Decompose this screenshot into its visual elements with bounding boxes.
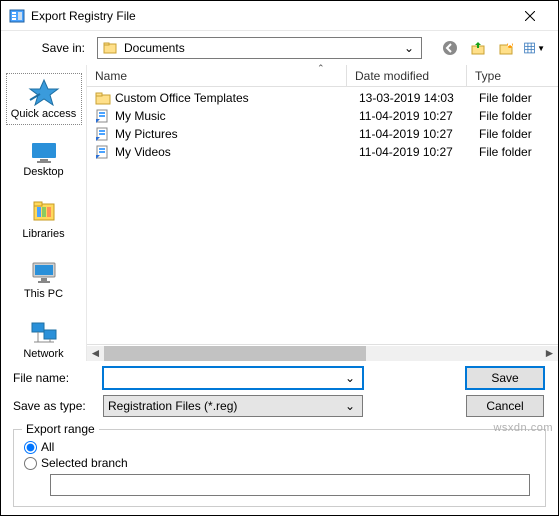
close-button[interactable] [510, 2, 550, 30]
save-as-type-combo[interactable]: Registration Files (*.reg) ⌄ [103, 395, 363, 417]
save-as-type-label: Save as type: [13, 399, 103, 413]
new-folder-button[interactable]: ★ [494, 37, 518, 59]
list-item[interactable]: My Music11-04-2019 10:27File folder [87, 107, 558, 125]
export-range-legend: Export range [22, 422, 99, 436]
save-in-value[interactable] [122, 40, 401, 56]
file-name-cell: My Videos [115, 145, 351, 159]
shortcut-icon [95, 108, 111, 124]
shortcut-icon [95, 144, 111, 160]
file-type-cell: File folder [471, 145, 558, 159]
sidebar-item-libraries[interactable]: Libraries [6, 193, 82, 245]
export-selected-radio[interactable]: Selected branch [24, 456, 535, 470]
selected-branch-input[interactable] [55, 475, 525, 495]
cancel-button[interactable]: Cancel [466, 395, 544, 417]
file-name-input[interactable] [108, 370, 342, 386]
view-menu-button[interactable]: ▼ [522, 37, 546, 59]
export-range-group: Export range All Selected branch [13, 429, 546, 507]
chevron-down-icon[interactable]: ⌄ [342, 371, 358, 385]
sort-indicator-icon: ⌃ [317, 63, 325, 74]
scroll-right-button[interactable]: ► [541, 346, 558, 361]
list-item[interactable]: My Pictures11-04-2019 10:27File folder [87, 125, 558, 143]
chevron-down-icon: ▼ [537, 44, 545, 53]
file-date-cell: 13-03-2019 14:03 [351, 91, 471, 105]
quick-access-icon [28, 78, 60, 106]
file-name-combo[interactable]: ⌄ [103, 367, 363, 389]
column-header-name[interactable]: Name [87, 65, 347, 86]
file-type-cell: File folder [471, 109, 558, 123]
regedit-icon [9, 8, 25, 24]
up-folder-icon [470, 40, 486, 56]
file-type-cell: File folder [471, 91, 558, 105]
sidebar-item-label: Desktop [23, 166, 63, 178]
libraries-icon [28, 198, 60, 226]
sidebar-item-quick-access[interactable]: Quick access [6, 73, 82, 125]
svg-text:★: ★ [505, 40, 514, 50]
folder-icon [95, 90, 111, 106]
column-headers: ⌃ Name Date modified Type [87, 65, 558, 87]
sidebar-item-label: Libraries [22, 228, 64, 240]
column-header-date[interactable]: Date modified [347, 65, 467, 86]
sidebar-item-label: Quick access [11, 108, 76, 120]
back-button[interactable] [438, 37, 462, 59]
sidebar-item-desktop[interactable]: Desktop [6, 135, 82, 183]
scroll-thumb[interactable] [104, 346, 366, 361]
view-icon [523, 40, 536, 56]
file-name-cell: Custom Office Templates [115, 91, 351, 105]
documents-folder-icon [102, 40, 118, 56]
close-icon [525, 11, 535, 21]
scroll-left-button[interactable]: ◄ [87, 346, 104, 361]
sidebar-item-network[interactable]: Network [6, 315, 82, 365]
back-arrow-icon [442, 40, 458, 56]
file-date-cell: 11-04-2019 10:27 [351, 109, 471, 123]
chevron-down-icon[interactable]: ⌄ [401, 41, 417, 55]
file-date-cell: 11-04-2019 10:27 [351, 127, 471, 141]
save-in-combo[interactable]: ⌄ [97, 37, 422, 59]
sidebar-item-label: Network [23, 348, 63, 360]
sidebar-item-this-pc[interactable]: This PC [6, 255, 82, 305]
this-pc-icon [28, 260, 60, 286]
selected-branch-field[interactable] [50, 474, 530, 496]
save-as-type-value: Registration Files (*.reg) [108, 399, 342, 413]
horizontal-scrollbar[interactable]: ◄ ► [87, 344, 558, 361]
new-folder-icon: ★ [498, 40, 514, 56]
file-name-cell: My Pictures [115, 127, 351, 141]
file-name-cell: My Music [115, 109, 351, 123]
network-icon [28, 320, 60, 346]
up-one-level-button[interactable] [466, 37, 490, 59]
file-list[interactable]: Custom Office Templates13-03-2019 14:03F… [87, 87, 558, 344]
export-selected-radio-input[interactable] [24, 457, 37, 470]
scroll-track[interactable] [104, 346, 541, 361]
export-all-label: All [41, 440, 54, 454]
file-type-cell: File folder [471, 127, 558, 141]
save-in-label: Save in: [13, 41, 89, 55]
export-selected-label: Selected branch [41, 456, 128, 470]
export-all-radio-input[interactable] [24, 441, 37, 454]
file-name-label: File name: [13, 371, 103, 385]
desktop-icon [28, 140, 60, 164]
window-title: Export Registry File [31, 9, 510, 23]
places-sidebar: Quick access Desktop Libraries This PC N… [1, 65, 87, 361]
save-button[interactable]: Save [466, 367, 544, 389]
list-item[interactable]: My Videos11-04-2019 10:27File folder [87, 143, 558, 161]
shortcut-icon [95, 126, 111, 142]
file-date-cell: 11-04-2019 10:27 [351, 145, 471, 159]
sidebar-item-label: This PC [24, 288, 63, 300]
chevron-down-icon[interactable]: ⌄ [342, 399, 358, 413]
column-header-type[interactable]: Type [467, 65, 558, 86]
list-item[interactable]: Custom Office Templates13-03-2019 14:03F… [87, 89, 558, 107]
export-all-radio[interactable]: All [24, 440, 535, 454]
